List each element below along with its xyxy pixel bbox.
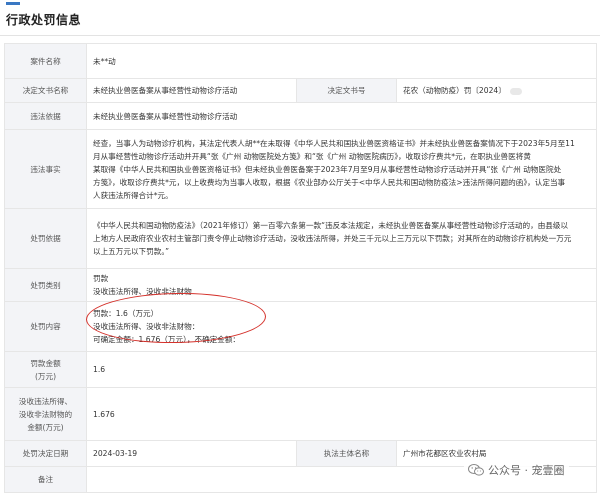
decision-date-value: 2024-03-19 — [86, 440, 297, 467]
facts-line: 人获违法所得合计*元。 — [93, 190, 173, 200]
confiscation-amount-value: 1.676 — [85, 387, 598, 441]
penalty-basis-label: 处罚依据 — [4, 208, 87, 269]
penalty-content-line: 罚款：1.6（万元） — [93, 309, 159, 318]
fine-amount-value: 1.6 — [85, 351, 598, 388]
penalty-content-line: 没收违法所得、没收非法财物： — [93, 322, 200, 331]
fine-amount-label-line: (万元) — [34, 371, 57, 381]
decision-name-value: 未经执业兽医备案从事经营性动物诊疗活动 — [86, 78, 297, 103]
table-row: 处罚类别 罚款 没收违法所得、没收非法财物 — [4, 268, 598, 302]
confiscation-amount-label: 没收违法所得、 没收非法财物的 金额(万元) — [4, 387, 87, 441]
basis-violation-value: 未经执业兽医备案从事经营性动物诊疗活动 — [85, 102, 598, 130]
penalty-type-line: 没收违法所得、没收非法财物 — [93, 287, 192, 296]
case-name-value: 未**动 — [85, 43, 598, 79]
table-row: 违法事实 经查，当事人为动物诊疗机构，其法定代表人胡**在未取得《中华人民共和国… — [4, 129, 598, 209]
confiscation-label-line: 金额(万元) — [27, 422, 64, 432]
title-accent-bar — [6, 2, 20, 5]
decision-name-label: 决定文书名称 — [4, 78, 87, 103]
penalty-basis-line: 上地方人民政府农业农村主管部门责令停止动物诊疗活动，没收违法所得，并处三千元以上… — [93, 234, 572, 243]
decision-no-label: 决定文书号 — [296, 78, 397, 103]
penalty-basis-line: 以上五万元以下罚款。” — [93, 247, 170, 256]
penalty-basis-line: 《中华人民共和国动物防疫法》（2021年修订）第一百零六条第一款“违反本法规定，… — [93, 221, 569, 230]
page-title: 行政处罚信息 — [6, 13, 82, 27]
table-row: 处罚依据 《中华人民共和国动物防疫法》（2021年修订）第一百零六条第一款“违反… — [4, 208, 598, 269]
table-row: 处罚内容 罚款：1.6（万元） 没收违法所得、没收非法财物： 可确定金额：1.6… — [4, 301, 598, 352]
facts-line: 方笺》，收取诊疗费共*元，以上收费均为当事人收取，根据《农业部办公厅关于<中华人… — [93, 177, 566, 187]
decision-date-label: 处罚决定日期 — [4, 440, 87, 467]
penalty-content-label: 处罚内容 — [4, 301, 87, 352]
title-divider — [0, 35, 600, 36]
penalty-content-value: 罚款：1.6（万元） 没收违法所得、没收非法财物： 可确定金额：1.676（万元… — [85, 301, 598, 352]
fine-amount-label: 罚款金额 (万元) — [4, 351, 87, 388]
table-row: 案件名称 未**动 — [4, 43, 598, 79]
confiscation-label-line: 没收非法财物的 — [18, 409, 73, 419]
table-row: 决定文书名称 未经执业兽医备案从事经营性动物诊疗活动 决定文书号 花农（动物防疫… — [4, 78, 598, 103]
decision-no-value: 花农（动物防疫）罚〔2024〕 — [403, 86, 506, 95]
penalty-type-label: 处罚类别 — [4, 268, 87, 302]
watermark: 公众号 · 宠壹圈 — [464, 460, 569, 480]
case-name-label: 案件名称 — [4, 43, 87, 79]
table-row: 违法依据 未经执业兽医备案从事经营性动物诊疗活动 — [4, 102, 598, 130]
enforcer-label: 执法主体名称 — [296, 440, 397, 467]
fine-amount-label-line: 罚款金额 — [30, 358, 61, 368]
facts-line: 某取得《中华人民共和国执业兽医资格证书》但未经执业兽医备案于2023年7月至9月… — [93, 164, 562, 174]
facts-line: 月从事经营性动物诊疗活动并开具“张《广州 动物医院处方笺》和“张《广州 动物医院… — [93, 151, 531, 161]
penalty-info-table: 案件名称 未**动 决定文书名称 未经执业兽医备案从事经营性动物诊疗活动 决定文… — [4, 43, 598, 493]
facts-value: 经查，当事人为动物诊疗机构，其法定代表人胡**在未取得《中华人民共和国执业兽医资… — [85, 129, 598, 209]
confiscation-label-line: 没收违法所得、 — [18, 396, 73, 406]
watermark-text: 公众号 · 宠壹圈 — [488, 464, 565, 477]
basis-violation-label: 违法依据 — [4, 102, 87, 130]
decision-no-cell: 花农（动物防疫）罚〔2024〕 — [395, 78, 598, 103]
penalty-content-line: 可确定金额：1.676（万元），不确定金额： — [93, 335, 241, 344]
table-row: 没收违法所得、 没收非法财物的 金额(万元) 1.676 — [4, 387, 598, 441]
facts-line: 经查，当事人为动物诊疗机构，其法定代表人胡**在未取得《中华人民共和国执业兽医资… — [93, 138, 575, 148]
wechat-icon — [468, 464, 484, 476]
table-row: 罚款金额 (万元) 1.6 — [4, 351, 598, 388]
facts-label: 违法事实 — [4, 129, 87, 209]
penalty-type-value: 罚款 没收违法所得、没收非法财物 — [85, 268, 598, 302]
penalty-type-line: 罚款 — [93, 274, 109, 283]
redaction-mark-icon — [509, 87, 522, 95]
penalty-basis-value: 《中华人民共和国动物防疫法》（2021年修订）第一百零六条第一款“违反本法规定，… — [85, 208, 598, 269]
remarks-label: 备注 — [4, 466, 87, 493]
